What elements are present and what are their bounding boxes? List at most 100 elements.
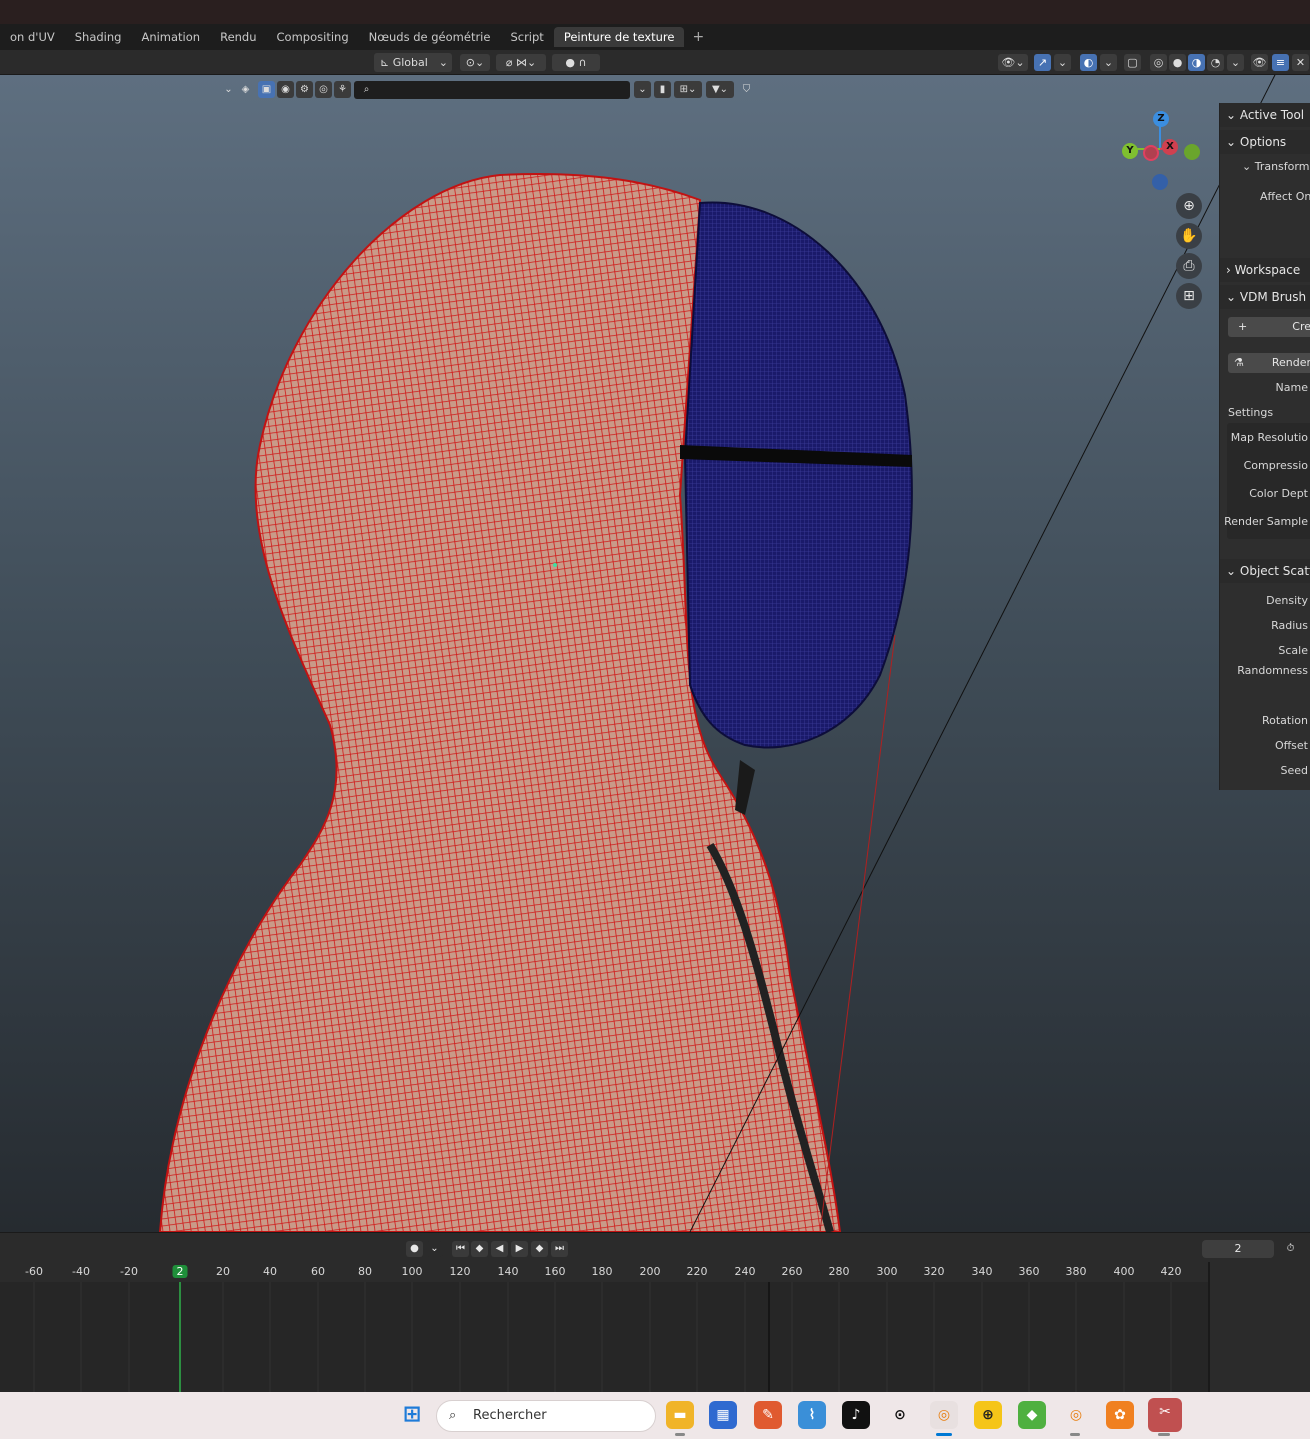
windows-start-icon[interactable]: ⊞ [398, 1401, 426, 1429]
fl-studio-icon[interactable]: ✿ [1106, 1401, 1134, 1429]
collapse-chevron-icon[interactable]: ⌄ [220, 81, 237, 98]
close-icon[interactable]: ✕ [1292, 54, 1309, 71]
filter-chevron-icon[interactable]: ⌄ [634, 81, 651, 98]
taskbar-search-box[interactable]: ⌕ Rechercher [436, 1400, 656, 1432]
vdm-brush-panel-header[interactable]: ⌄ VDM Brush B [1220, 285, 1310, 309]
ruler-tick: 400 [1113, 1265, 1135, 1278]
pivot-point-icon[interactable]: ⊙⌄ [460, 54, 490, 71]
add-workspace-icon[interactable]: + [684, 29, 712, 45]
xray-icon[interactable]: ▢ [1124, 54, 1141, 71]
tab-geometry-nodes[interactable]: Nœuds de géométrie [359, 27, 501, 47]
app-icon-3[interactable]: ⊕ [974, 1401, 1002, 1429]
ruler-tick: 160 [544, 1265, 566, 1278]
object-scatter-panel-header[interactable]: ⌄ Object Scatte [1220, 559, 1310, 583]
active-tool-panel-header[interactable]: ⌄ Active Tool [1220, 103, 1310, 127]
tiktok-icon[interactable]: ♪ [842, 1401, 870, 1429]
scale-label: Scale [1278, 644, 1308, 657]
solid-shading-icon[interactable]: ● [1169, 54, 1186, 71]
stopwatch-icon[interactable]: ⏱ [1282, 1241, 1299, 1257]
current-frame-field[interactable]: 2 [1202, 1240, 1274, 1258]
wireframe-shading-icon[interactable]: ◎ [1150, 54, 1167, 71]
seed-label: Seed [1280, 764, 1309, 777]
select-tweak-icon[interactable]: ⚘ [334, 81, 351, 98]
select-lasso-icon[interactable]: ◎ [315, 81, 332, 98]
options-panel-header[interactable]: ⌄ Options [1220, 130, 1310, 154]
record-icon[interactable]: ● [406, 1241, 423, 1257]
transform-subpanel-header[interactable]: ⌄ Transform [1220, 157, 1310, 177]
map-resolution-label: Map Resolutio [1230, 431, 1308, 444]
search-input[interactable] [354, 81, 630, 99]
prev-keyframe-icon[interactable]: ◆ [471, 1241, 488, 1257]
select-circle-icon[interactable]: ◉ [277, 81, 294, 98]
play-reverse-icon[interactable]: ◀ [491, 1241, 508, 1257]
overlays-icon[interactable]: ◐ [1080, 54, 1097, 71]
blender-icon-2[interactable]: ◎ [1062, 1401, 1090, 1429]
incognito-icon[interactable]: ⊙ [886, 1401, 914, 1429]
microsoft-store-icon[interactable]: ▦ [709, 1401, 737, 1429]
camera-icon[interactable]: ⎙ [1176, 253, 1202, 279]
brush-color-icon[interactable]: ◈ [237, 81, 254, 98]
ruler-tick: -60 [25, 1265, 43, 1278]
ruler-tick: 300 [876, 1265, 898, 1278]
pan-hand-icon[interactable]: ✋ [1176, 223, 1202, 249]
timeline-track-area[interactable] [0, 1282, 1208, 1392]
rendered-shading-icon[interactable]: ◔ [1207, 54, 1224, 71]
tab-uv-editing[interactable]: on d'UV [0, 27, 65, 47]
select-paint-icon[interactable]: ⚙ [296, 81, 313, 98]
ruler-tick: 420 [1160, 1265, 1182, 1278]
running-indicator [1070, 1433, 1080, 1436]
overlays-dropdown-icon[interactable]: ⌄ [1100, 54, 1117, 71]
visibility-icon[interactable]: 👁⌄ [998, 54, 1028, 71]
app-icon-1[interactable]: ✎ [754, 1401, 782, 1429]
render-button[interactable]: ⚗ Render [1228, 353, 1310, 373]
snapping-icon[interactable]: ⌀ ⋈⌄ [496, 54, 546, 71]
jump-end-icon[interactable]: ⏭ [551, 1241, 568, 1257]
tab-shading[interactable]: Shading [65, 27, 132, 47]
tab-texture-paint[interactable]: Peinture de texture [553, 27, 685, 47]
timeline-ruler[interactable]: -60 -40 -20 2 20 40 60 80 100 120 140 16… [0, 1262, 1208, 1282]
gizmo-dropdown-icon[interactable]: ⌄ [1054, 54, 1071, 71]
orientation-dropdown[interactable]: ⊾ Global ⌄ [374, 53, 452, 72]
y-axis-icon[interactable]: Y [1122, 143, 1138, 159]
ruler-tick: 360 [1018, 1265, 1040, 1278]
app-icon-2[interactable]: ⌇ [798, 1401, 826, 1429]
perspective-grid-icon[interactable]: ⊞ [1176, 283, 1202, 309]
workspace-panel-header[interactable]: › Workspace [1220, 258, 1310, 282]
zoom-icon[interactable]: ⊕ [1176, 193, 1202, 219]
file-explorer-icon[interactable]: ▬ [666, 1401, 694, 1429]
bookmark-icon[interactable]: ▮ [654, 81, 671, 98]
gizmo-toggle-icon[interactable]: ↗ [1034, 54, 1051, 71]
x-axis-icon[interactable]: X [1162, 139, 1178, 155]
material-shading-icon[interactable]: ◑ [1188, 54, 1205, 71]
navigation-gizmo[interactable]: Z Y X [1118, 111, 1204, 191]
tab-animation[interactable]: Animation [131, 27, 210, 47]
layout-icon[interactable]: ⊞⌄ [674, 81, 702, 98]
view-icon[interactable]: 👁 [1251, 54, 1268, 71]
area-split-icon[interactable]: ≡ [1272, 54, 1289, 71]
proportional-editing-icon[interactable]: ● ∩ [552, 54, 600, 71]
current-frame-marker[interactable]: 2 [172, 1265, 188, 1278]
create-button[interactable]: + Cre [1228, 317, 1310, 337]
shield-icon[interactable]: ⛉ [738, 81, 755, 98]
randomness-label: Randomness [1237, 664, 1308, 677]
capcut-icon[interactable]: ✂ [1148, 1398, 1182, 1432]
ruler-tick: 80 [358, 1265, 372, 1278]
chevron-down-icon: ⌄ [438, 56, 448, 69]
z-axis-icon[interactable]: Z [1153, 111, 1169, 127]
tab-compositing[interactable]: Compositing [267, 27, 359, 47]
3d-viewport[interactable]: ⌄ ◈ ▣ ◉ ⚙ ◎ ⚘ ⌕ ⌄ ▮ ⊞⌄ ▼⌄ ⛉ Z Y X ⊕ ✋ ⎙ … [0, 75, 1310, 1232]
next-keyframe-icon[interactable]: ◆ [531, 1241, 548, 1257]
blender-icon[interactable]: ◎ [930, 1401, 958, 1429]
jump-start-icon[interactable]: ⏮ [452, 1241, 469, 1257]
play-icon[interactable]: ▶ [511, 1241, 528, 1257]
tab-rendering[interactable]: Rendu [210, 27, 266, 47]
neg-z-axis-icon[interactable] [1152, 174, 1168, 190]
select-box-icon[interactable]: ▣ [258, 81, 275, 98]
tab-scripting[interactable]: Script [500, 27, 553, 47]
filter-icon[interactable]: ▼⌄ [706, 81, 734, 98]
record-dropdown-icon[interactable]: ⌄ [426, 1241, 443, 1257]
shading-dropdown-icon[interactable]: ⌄ [1227, 54, 1244, 71]
neg-y-axis-icon[interactable] [1184, 144, 1200, 160]
neg-x-axis-icon[interactable] [1143, 145, 1159, 161]
bluestacks-icon[interactable]: ◆ [1018, 1401, 1046, 1429]
